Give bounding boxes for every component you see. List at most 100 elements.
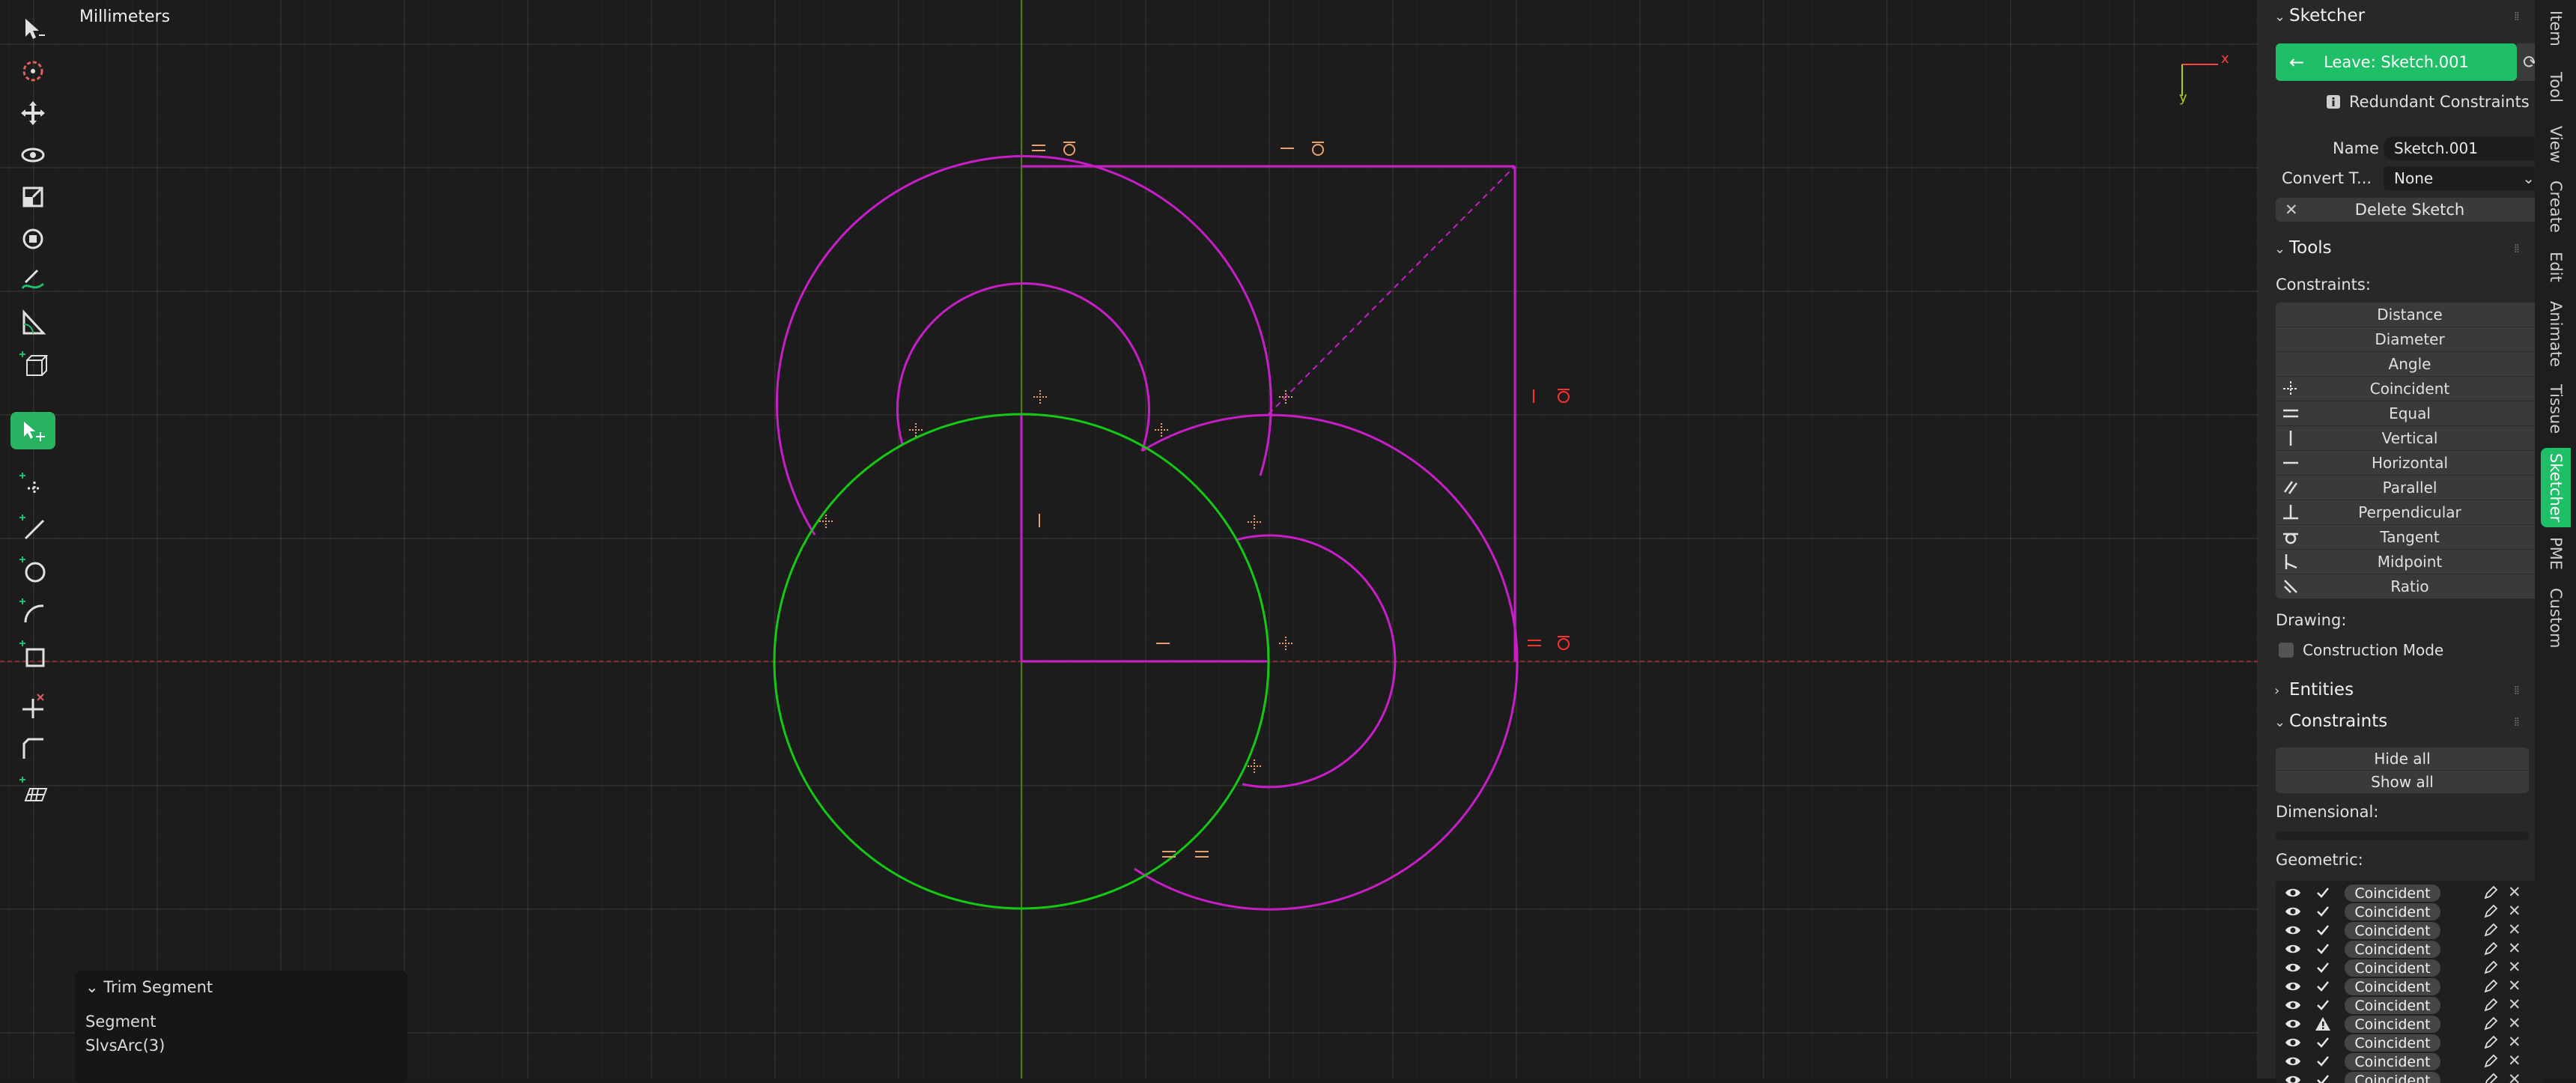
angle-constraint-button[interactable]: Angle: [2276, 351, 2544, 376]
sketcher-panel-header[interactable]: ⌄Sketcher: [2274, 6, 2365, 25]
add-workplane-tool-button[interactable]: [10, 771, 55, 809]
horizontal-constraint-button[interactable]: Horizontal: [2276, 450, 2544, 475]
add-rectangle-tool-button[interactable]: [10, 635, 55, 673]
edit-icon[interactable]: [2482, 959, 2499, 976]
equal-constraint-marker-error[interactable]: [1528, 640, 1541, 646]
add-arc-tool-button[interactable]: [10, 593, 55, 631]
tangent-constraint-marker[interactable]: [1312, 142, 1324, 155]
eye-icon[interactable]: [2285, 941, 2301, 957]
axis-gizmo[interactable]: x y: [2179, 51, 2229, 106]
show-all-button[interactable]: Show all: [2276, 771, 2529, 793]
add-point-tool-button[interactable]: [10, 467, 55, 505]
coincident-constraint-button[interactable]: Coincident: [2276, 376, 2544, 401]
delete-icon[interactable]: ✕: [2508, 920, 2521, 938]
delete-icon[interactable]: ✕: [2508, 883, 2521, 901]
constraint-select-button[interactable]: Coincident: [2345, 1072, 2440, 1083]
eye-icon[interactable]: [2285, 978, 2301, 995]
eye-icon[interactable]: [2285, 1053, 2301, 1070]
edit-icon[interactable]: [2482, 978, 2499, 995]
sketch-arc-large-top[interactable]: [777, 156, 1271, 535]
rotate-tool-button[interactable]: [10, 136, 55, 174]
eye-icon[interactable]: [2285, 1034, 2301, 1051]
add-circle-tool-button[interactable]: [10, 551, 55, 589]
constraint-select-button[interactable]: Coincident: [2345, 941, 2440, 958]
midpoint-constraint-button[interactable]: Midpoint: [2276, 549, 2544, 574]
constraint-select-button[interactable]: Coincident: [2345, 922, 2440, 939]
delete-icon[interactable]: ✕: [2508, 958, 2521, 976]
3d-viewport[interactable]: x y Millimeters: [0, 0, 2258, 1079]
measure-tool-button[interactable]: [10, 304, 55, 342]
tab-item[interactable]: Item: [2541, 6, 2571, 51]
delete-icon[interactable]: ✕: [2508, 902, 2521, 920]
tangent-constraint-marker-error[interactable]: [1558, 637, 1570, 649]
edit-icon[interactable]: [2482, 1016, 2499, 1032]
equal-constraint-marker[interactable]: [1032, 145, 1045, 151]
equal-constraint-marker[interactable]: [1195, 852, 1209, 857]
edit-icon[interactable]: [2482, 997, 2499, 1013]
tangent-constraint-marker[interactable]: [1063, 142, 1075, 155]
edit-icon[interactable]: [2482, 1053, 2499, 1070]
eye-icon[interactable]: [2285, 1016, 2301, 1032]
select-tool-button[interactable]: [10, 10, 55, 48]
drag-grip-icon[interactable]: ⁞⁞: [2514, 715, 2518, 729]
eye-icon[interactable]: [2285, 903, 2301, 920]
tab-tool[interactable]: Tool: [2541, 64, 2571, 109]
eye-icon[interactable]: [2285, 959, 2301, 976]
delete-icon[interactable]: ✕: [2508, 1033, 2521, 1051]
eye-icon[interactable]: [2285, 922, 2301, 938]
coincident-marker[interactable]: [1248, 759, 1261, 773]
edit-icon[interactable]: [2482, 941, 2499, 957]
sketch-arc-small-top[interactable]: [897, 283, 1149, 451]
coincident-marker[interactable]: [1279, 390, 1292, 404]
tab-edit[interactable]: Edit: [2541, 244, 2571, 289]
leave-sketch-button[interactable]: ← Leave: Sketch.001: [2276, 43, 2517, 81]
delete-icon[interactable]: ✕: [2508, 939, 2521, 957]
constraint-select-button[interactable]: Coincident: [2345, 959, 2440, 977]
sketcher-select-tool-button[interactable]: [10, 412, 55, 449]
construction-mode-checkbox[interactable]: [2279, 643, 2294, 658]
sketch-canvas[interactable]: x y: [0, 0, 2258, 1079]
eye-icon[interactable]: [2285, 1072, 2301, 1083]
constraint-select-button[interactable]: Coincident: [2345, 978, 2440, 995]
coincident-marker[interactable]: [1279, 637, 1292, 650]
annotate-tool-button[interactable]: [10, 262, 55, 300]
constraint-select-button[interactable]: Coincident: [2345, 1016, 2440, 1033]
edit-icon[interactable]: [2482, 1034, 2499, 1051]
delete-icon[interactable]: ✕: [2508, 1070, 2521, 1083]
edit-icon[interactable]: [2482, 885, 2499, 901]
tools-panel-header[interactable]: ⌄Tools: [2274, 238, 2332, 258]
transform-tool-button[interactable]: [10, 220, 55, 258]
vertical-constraint-button[interactable]: Vertical: [2276, 425, 2544, 450]
cursor-tool-button[interactable]: [10, 52, 55, 90]
distance-constraint-button[interactable]: Distance: [2276, 302, 2544, 327]
sketch-name-input[interactable]: Sketch.001: [2384, 136, 2544, 160]
tab-custom[interactable]: Custom: [2541, 584, 2571, 652]
edit-icon[interactable]: [2482, 922, 2499, 938]
constraint-select-button[interactable]: Coincident: [2345, 1053, 2440, 1070]
drag-grip-icon[interactable]: ⁞⁞: [2514, 683, 2518, 697]
equal-constraint-button[interactable]: Equal: [2276, 401, 2544, 425]
redo-panel-header[interactable]: ⌄ Trim Segment: [85, 978, 213, 996]
constraint-select-button[interactable]: Coincident: [2345, 885, 2440, 902]
delete-icon[interactable]: ✕: [2508, 995, 2521, 1013]
constraints-panel-header[interactable]: ⌄Constraints: [2274, 712, 2387, 731]
delete-icon[interactable]: ✕: [2508, 977, 2521, 995]
edit-icon[interactable]: [2482, 1072, 2499, 1083]
convert-type-dropdown[interactable]: None ⌄: [2384, 166, 2544, 190]
tab-sketcher[interactable]: Sketcher: [2541, 448, 2571, 527]
move-tool-button[interactable]: [10, 94, 55, 132]
tab-create[interactable]: Create: [2541, 177, 2571, 237]
tab-animate[interactable]: Animate: [2541, 297, 2571, 371]
constraint-select-button[interactable]: Coincident: [2345, 903, 2440, 920]
parallel-constraint-button[interactable]: Parallel: [2276, 475, 2544, 500]
bevel-tool-button[interactable]: [10, 729, 55, 767]
redo-last-panel[interactable]: ⌄ Trim Segment Segment SlvsArc(3): [75, 971, 407, 1083]
tab-view[interactable]: View: [2541, 118, 2571, 171]
drag-grip-icon[interactable]: ⁞⁞: [2514, 241, 2518, 255]
edit-icon[interactable]: [2482, 903, 2499, 920]
coincident-marker[interactable]: [1155, 423, 1168, 437]
tab-pme[interactable]: PME: [2541, 535, 2571, 572]
tab-tissue[interactable]: Tissue: [2541, 379, 2571, 439]
trim-tool-button[interactable]: [10, 688, 55, 725]
perpendicular-constraint-button[interactable]: Perpendicular: [2276, 500, 2544, 524]
